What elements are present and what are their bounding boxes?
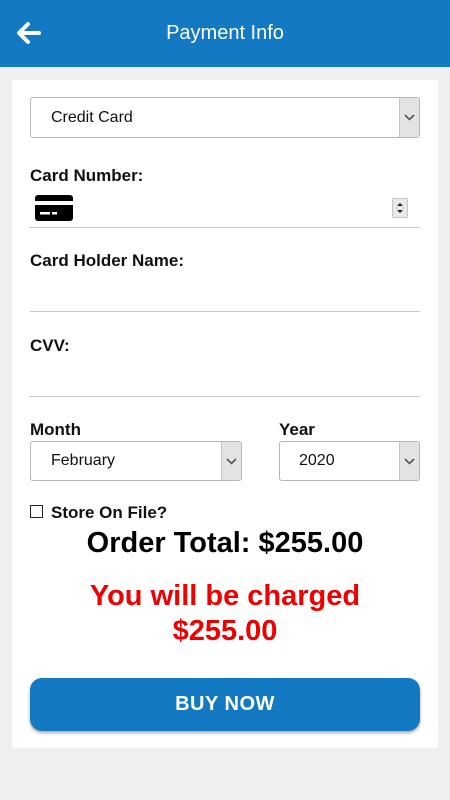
store-on-file-label[interactable]: Store On File?: [51, 503, 167, 523]
chevron-down-icon: [399, 442, 419, 480]
payment-method-value: Credit Card: [51, 108, 133, 126]
year-value: 2020: [299, 452, 335, 469]
month-value: February: [51, 452, 116, 469]
year-label: Year: [279, 420, 315, 439]
payment-form: Credit Card Card Number: Card Holder Nam…: [12, 80, 438, 748]
cvv-label: CVV:: [30, 336, 70, 355]
card-holder-label: Card Holder Name:: [30, 251, 184, 270]
year-select[interactable]: 2020: [279, 441, 420, 481]
store-on-file-checkbox[interactable]: [30, 505, 43, 518]
payment-method-select[interactable]: Credit Card: [30, 97, 420, 138]
month-select[interactable]: February: [30, 441, 242, 481]
page-title: Payment Info: [166, 22, 284, 44]
charge-notice: You will be charged $255.00: [12, 579, 438, 649]
app-header: Payment Info: [0, 0, 450, 67]
card-holder-input[interactable]: [30, 276, 420, 310]
month-label: Month: [30, 420, 81, 439]
spinner-arrows-icon: [397, 203, 403, 213]
card-holder-underline: [30, 311, 420, 312]
chevron-down-icon: [221, 442, 241, 480]
card-number-input[interactable]: [30, 190, 420, 226]
buy-now-button[interactable]: BUY NOW: [30, 678, 420, 731]
charge-notice-line1: You will be charged: [89, 580, 361, 612]
order-total: Order Total: $255.00: [86, 527, 364, 559]
cvv-input[interactable]: [30, 361, 420, 395]
credit-card-icon: [35, 195, 73, 221]
card-number-underline: [30, 227, 420, 228]
cvv-underline: [30, 396, 420, 397]
spinner-control[interactable]: [392, 198, 408, 218]
charge-notice-amount: $255.00: [172, 615, 278, 647]
card-number-label: Card Number:: [30, 166, 144, 185]
chevron-down-icon: [399, 98, 419, 137]
